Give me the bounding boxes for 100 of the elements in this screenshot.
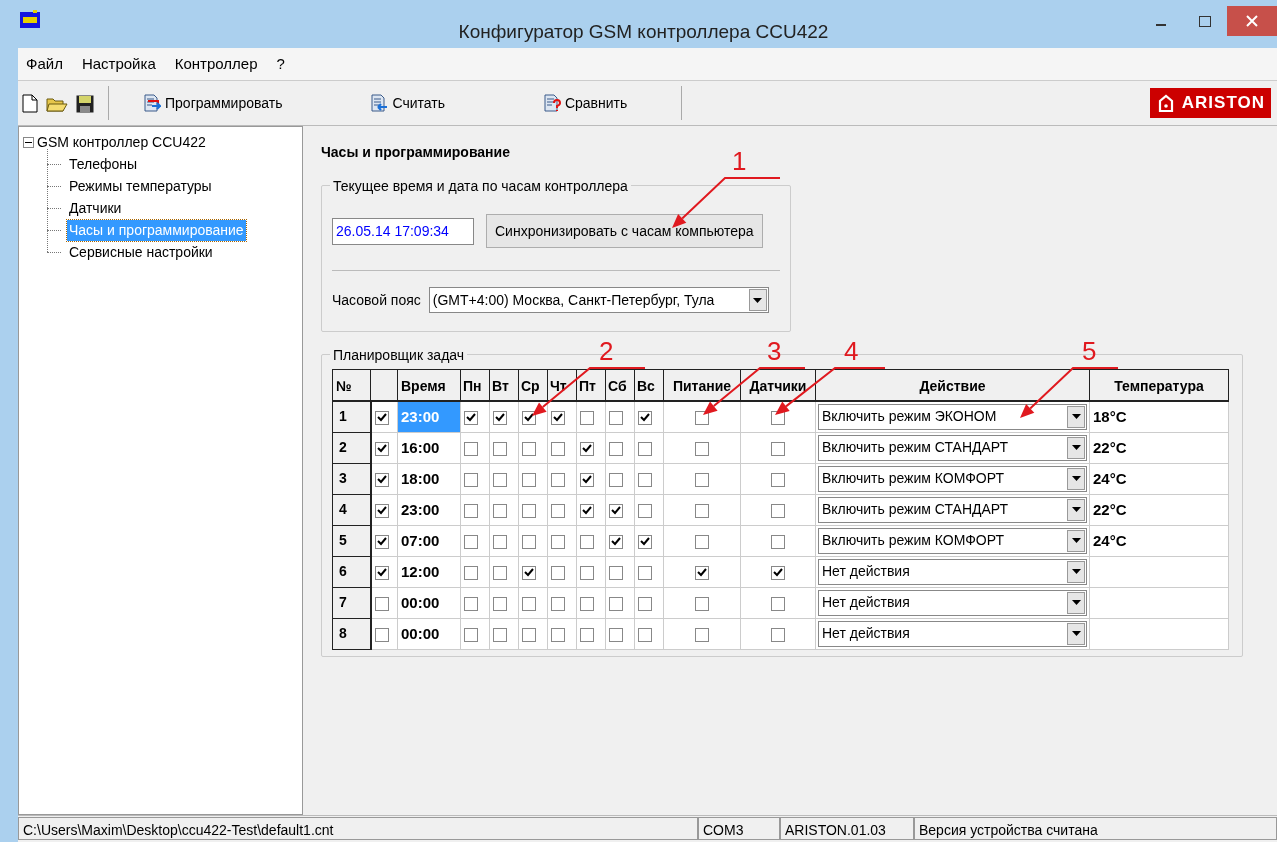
time-cell[interactable]: 16:00 — [397, 432, 461, 463]
checkbox[interactable] — [551, 596, 565, 611]
checkbox[interactable] — [695, 410, 709, 425]
checkbox[interactable] — [493, 410, 507, 425]
tree-item[interactable]: Датчики — [67, 197, 124, 219]
menu-item[interactable]: ? — [276, 52, 285, 76]
action-dropdown[interactable]: Включить режим СТАНДАРТ — [818, 496, 1087, 523]
checkbox[interactable] — [551, 534, 565, 549]
checkbox[interactable] — [522, 441, 536, 456]
tree-item[interactable]: Режимы температуры — [67, 175, 214, 197]
checkbox[interactable] — [551, 410, 565, 425]
checkbox[interactable] — [695, 472, 709, 487]
checkbox[interactable] — [638, 565, 652, 580]
tree-item[interactable]: Сервисные настройки — [67, 241, 215, 263]
checkbox[interactable] — [609, 565, 623, 580]
checkbox[interactable] — [522, 596, 536, 611]
checkbox[interactable] — [493, 596, 507, 611]
checkbox[interactable] — [493, 503, 507, 518]
checkbox[interactable] — [771, 596, 785, 611]
checkbox[interactable] — [374, 503, 389, 518]
checkbox[interactable] — [695, 503, 709, 518]
menu-item[interactable]: Контроллер — [174, 52, 258, 76]
checkbox[interactable] — [771, 503, 785, 518]
checkbox[interactable] — [638, 410, 652, 425]
checkbox[interactable] — [464, 410, 478, 425]
datetime-field[interactable]: 26.05.14 17:09:34 — [332, 217, 474, 245]
checkbox[interactable] — [771, 565, 785, 580]
checkbox[interactable] — [580, 441, 594, 456]
menu-item[interactable]: Файл — [26, 52, 63, 76]
compare-button[interactable]: Сравнить — [538, 92, 632, 114]
checkbox[interactable] — [493, 627, 507, 642]
checkbox[interactable] — [551, 627, 565, 642]
time-cell[interactable]: 12:00 — [397, 556, 461, 587]
checkbox[interactable] — [609, 534, 623, 549]
time-cell[interactable]: 00:00 — [397, 587, 461, 618]
action-dropdown[interactable]: Включить режим СТАНДАРТ — [818, 434, 1087, 461]
checkbox[interactable] — [580, 503, 594, 518]
checkbox[interactable] — [493, 565, 507, 580]
checkbox[interactable] — [609, 472, 623, 487]
checkbox[interactable] — [771, 472, 785, 487]
checkbox[interactable] — [374, 410, 389, 425]
read-button[interactable]: Считать — [366, 92, 449, 114]
checkbox[interactable] — [374, 441, 389, 456]
checkbox[interactable] — [464, 565, 478, 580]
checkbox[interactable] — [374, 627, 389, 642]
checkbox[interactable] — [464, 503, 478, 518]
checkbox[interactable] — [638, 627, 652, 642]
action-dropdown[interactable]: Нет действия — [818, 589, 1087, 616]
checkbox[interactable] — [493, 534, 507, 549]
time-cell[interactable]: 18:00 — [397, 463, 461, 494]
timezone-dropdown[interactable]: (GMT+4:00) Москва, Санкт-Петербург, Тула — [428, 287, 769, 313]
checkbox[interactable] — [580, 596, 594, 611]
checkbox[interactable] — [580, 627, 594, 642]
checkbox[interactable] — [609, 410, 623, 425]
checkbox[interactable] — [609, 627, 623, 642]
checkbox[interactable] — [609, 503, 623, 518]
checkbox[interactable] — [551, 565, 565, 580]
checkbox[interactable] — [638, 596, 652, 611]
checkbox[interactable] — [638, 472, 652, 487]
checkbox[interactable] — [522, 410, 536, 425]
checkbox[interactable] — [374, 596, 389, 611]
program-button[interactable]: Программировать — [139, 92, 287, 114]
action-dropdown[interactable]: Включить режим ЭКОНОМ — [818, 403, 1087, 430]
action-dropdown[interactable]: Включить режим КОМФОРТ — [818, 465, 1087, 492]
sync-button[interactable]: Синхронизировать с часам компьютера — [486, 214, 763, 248]
checkbox[interactable] — [522, 565, 536, 580]
checkbox[interactable] — [551, 472, 565, 487]
checkbox[interactable] — [374, 472, 389, 487]
save-icon[interactable] — [76, 94, 94, 113]
menu-item[interactable]: Настройка — [81, 52, 156, 76]
checkbox[interactable] — [695, 534, 709, 549]
checkbox[interactable] — [522, 503, 536, 518]
checkbox[interactable] — [493, 441, 507, 456]
tree-item[interactable]: GSM контроллер CCU422 — [37, 131, 206, 153]
tree-item[interactable]: Телефоны — [67, 153, 140, 175]
checkbox[interactable] — [771, 627, 785, 642]
checkbox[interactable] — [771, 534, 785, 549]
checkbox[interactable] — [609, 596, 623, 611]
time-cell[interactable]: 07:00 — [397, 525, 461, 556]
checkbox[interactable] — [695, 441, 709, 456]
checkbox[interactable] — [638, 534, 652, 549]
checkbox[interactable] — [522, 627, 536, 642]
time-cell[interactable]: 00:00 — [397, 618, 461, 649]
checkbox[interactable] — [464, 596, 478, 611]
action-dropdown[interactable]: Нет действия — [818, 558, 1087, 585]
checkbox[interactable] — [464, 627, 478, 642]
checkbox[interactable] — [638, 503, 652, 518]
checkbox[interactable] — [609, 441, 623, 456]
checkbox[interactable] — [522, 472, 536, 487]
checkbox[interactable] — [771, 441, 785, 456]
action-dropdown[interactable]: Нет действия — [818, 620, 1087, 647]
collapse-icon[interactable] — [23, 136, 34, 148]
checkbox[interactable] — [695, 596, 709, 611]
checkbox[interactable] — [638, 441, 652, 456]
new-file-icon[interactable] — [22, 94, 38, 114]
checkbox[interactable] — [551, 503, 565, 518]
checkbox[interactable] — [580, 534, 594, 549]
action-dropdown[interactable]: Включить режим КОМФОРТ — [818, 527, 1087, 554]
checkbox[interactable] — [695, 627, 709, 642]
checkbox[interactable] — [374, 534, 389, 549]
